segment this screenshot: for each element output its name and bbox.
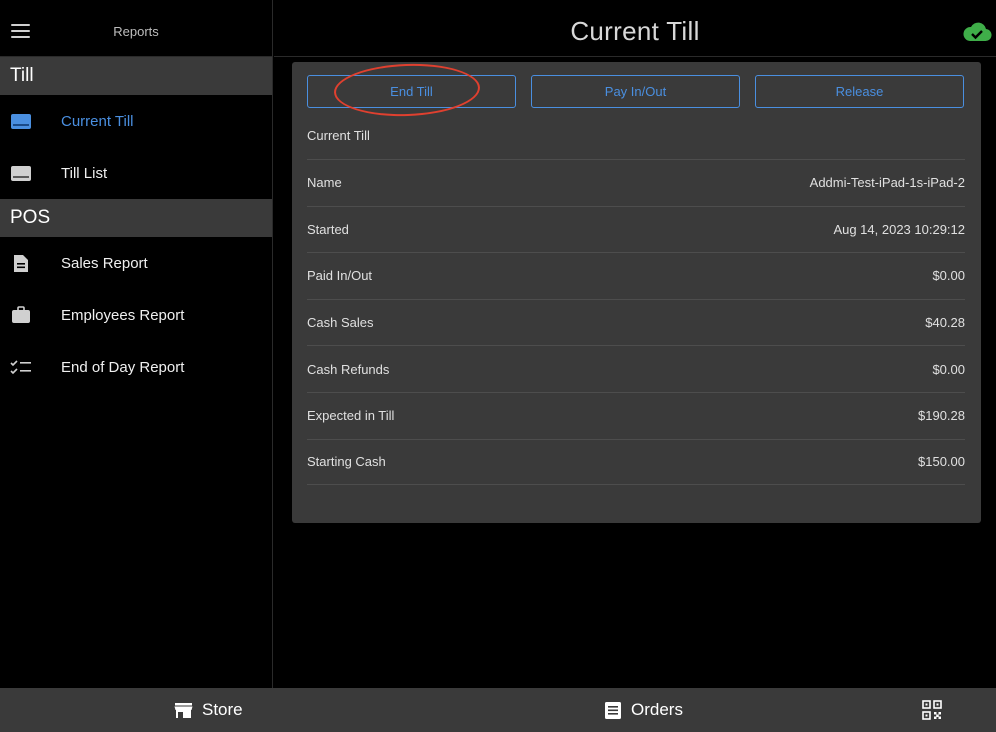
card-heading: Current Till (307, 128, 370, 143)
section-till: Till (0, 57, 272, 95)
row-value: Addmi-Test-iPad-1s-iPad-2 (809, 175, 965, 191)
credit-card-icon (10, 112, 32, 130)
bottom-tab-bar: Store Orders (0, 688, 996, 732)
store-icon (174, 702, 193, 718)
checklist-icon (10, 358, 32, 376)
release-button[interactable]: Release (755, 75, 964, 108)
qr-code-icon[interactable] (922, 688, 951, 732)
till-details-list: Name Addmi-Test-iPad-1s-iPad-2 Started A… (307, 159, 965, 486)
till-row-starting-cash: Starting Cash $150.00 (307, 438, 965, 486)
till-row-cash-refunds: Cash Refunds $0.00 (307, 345, 965, 392)
page-title: Current Till (570, 16, 700, 46)
till-row-started: Started Aug 14, 2023 10:29:12 (307, 205, 965, 253)
sidebar-item-label: Sales Report (61, 254, 148, 272)
briefcase-icon (10, 306, 32, 324)
row-value: Aug 14, 2023 10:29:12 (833, 221, 965, 237)
tab-orders[interactable]: Orders (604, 688, 683, 732)
sidebar-item-label: End of Day Report (61, 358, 185, 376)
sidebar-item-label: Till List (61, 164, 108, 182)
orders-list-icon (605, 701, 621, 719)
section-pos: POS (0, 199, 272, 237)
sidebar-item-sales-report[interactable]: Sales Report (0, 237, 272, 289)
row-label: Cash Refunds (307, 361, 390, 377)
sidebar-header: Reports (0, 0, 272, 57)
till-row-cash-sales: Cash Sales $40.28 (307, 298, 965, 346)
sidebar-item-label: Employees Report (61, 306, 185, 324)
row-value: $0.00 (932, 361, 965, 377)
current-till-card: End Till Pay In/Out Release Current Till… (292, 61, 981, 523)
sidebar-item-end-of-day-report[interactable]: End of Day Report (0, 341, 272, 393)
row-label: Starting Cash (307, 454, 386, 470)
row-label: Started (307, 221, 349, 237)
cloud-check-icon[interactable] (962, 20, 992, 42)
row-value: $190.28 (918, 408, 965, 424)
row-value: $150.00 (918, 454, 965, 470)
row-value: $0.00 (932, 268, 965, 284)
row-label: Cash Sales (307, 315, 374, 331)
row-label: Name (307, 175, 342, 191)
tab-label: Orders (631, 700, 683, 719)
row-value: $40.28 (925, 315, 965, 331)
till-row-paid-in-out: Paid In/Out $0.00 (307, 252, 965, 299)
keyboard-icon (10, 164, 32, 182)
sidebar-title: Reports (113, 24, 159, 39)
till-row-expected-in-till: Expected in Till $190.28 (307, 391, 965, 439)
sidebar-item-label: Current Till (61, 112, 134, 130)
row-label: Paid In/Out (307, 268, 373, 284)
document-icon (10, 254, 32, 272)
sidebar: Reports Till Current Till Till List POS … (0, 0, 273, 688)
pay-in-out-button[interactable]: Pay In/Out (531, 75, 740, 108)
annotation-circle (333, 61, 481, 119)
tab-label: Store (202, 700, 243, 719)
tab-store[interactable]: Store (174, 688, 243, 732)
row-label: Expected in Till (307, 408, 395, 424)
main-header: Current Till (274, 0, 996, 57)
sidebar-item-current-till[interactable]: Current Till (0, 95, 272, 147)
till-row-name: Name Addmi-Test-iPad-1s-iPad-2 (307, 159, 965, 206)
sidebar-item-employees-report[interactable]: Employees Report (0, 289, 272, 341)
sidebar-item-till-list[interactable]: Till List (0, 147, 272, 199)
